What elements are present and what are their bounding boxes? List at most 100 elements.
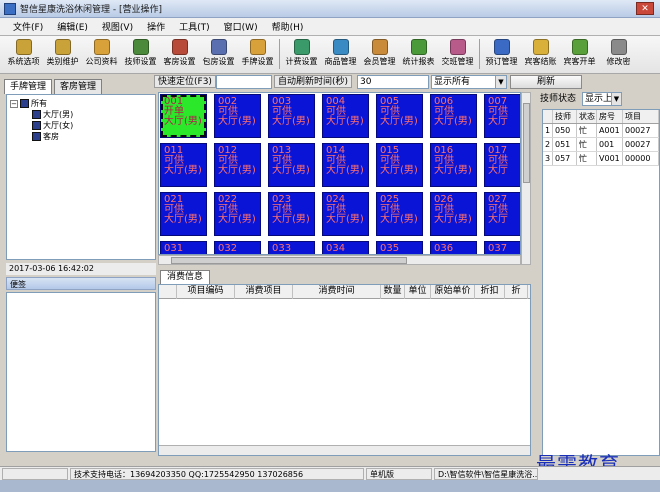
room-tile[interactable]: 017 可供 大厅 [484,143,520,187]
toolbar-button[interactable]: 宾客结账 [521,36,560,72]
column-header[interactable]: 消费时间 [293,285,381,299]
room-tile[interactable]: 013 可供 大厅(男) [268,143,315,187]
room-tile[interactable]: 021 可供 大厅(男) [160,192,207,236]
scroll-thumb[interactable] [523,103,530,183]
room-tile[interactable]: 024 可供 大厅(男) [322,192,369,236]
tree-node-guestroom[interactable]: 客房 [10,131,152,142]
toolbar-button-label: 系统选项 [7,57,40,66]
column-header[interactable]: 原始单价 [431,285,475,299]
column-header[interactable]: 消费项目 [235,285,293,299]
toolbar-button[interactable]: 公司资料 [82,36,121,72]
room-tile[interactable]: 034 [322,241,369,254]
toolbar-button[interactable]: 系统选项 [4,36,43,72]
notes-textarea[interactable] [6,292,156,452]
tab-wristband[interactable]: 手牌管理 [4,79,53,94]
filter-select[interactable]: 显示所有 ▼ [431,75,507,89]
tab-consumption[interactable]: 消费信息 [160,270,211,284]
column-header[interactable] [543,110,553,123]
menu-tools[interactable]: 工具(T) [172,20,217,33]
quick-locate-input[interactable] [216,75,272,89]
column-header[interactable]: 房号 [597,110,623,123]
menu-help[interactable]: 帮助(H) [265,20,311,33]
technician-status-select[interactable]: 显示上 ▼ [582,92,622,106]
room-number: 032 [218,243,238,254]
room-tile[interactable]: 035 [376,241,423,254]
toolbar-button[interactable]: 宾客开单 [560,36,599,72]
toolbar-button[interactable]: 包房设置 [199,36,238,72]
room-tile[interactable]: 007 可供 大厅 [484,94,520,138]
room-tile[interactable]: 023 可供 大厅(男) [268,192,315,236]
table-row[interactable]: 2 051 忙 001 00027 [543,138,659,152]
toolbar-button[interactable]: 客房设置 [160,36,199,72]
refresh-button[interactable]: 刷新 [510,75,582,89]
toolbar-button[interactable]: 预订管理 [482,36,521,72]
menu-edit[interactable]: 编辑(E) [50,20,95,33]
room-tile[interactable]: 032 [214,241,261,254]
column-header[interactable]: 折 [505,285,528,299]
column-header[interactable]: 项目 [623,110,659,123]
column-header[interactable]: 单位 [405,285,431,299]
toolbar-button[interactable]: 计费设置 [282,36,321,72]
tree-node-label: 大厅(男) [43,110,74,119]
room-tile[interactable]: 003 可供 大厅(男) [268,94,315,138]
menu-operate[interactable]: 操作 [140,20,172,33]
room-tile[interactable]: 033 [268,241,315,254]
room-grid-hscroll[interactable] [158,255,521,265]
toolbar-button[interactable]: 类别维护 [43,36,82,72]
chevron-down-icon[interactable]: ▼ [611,93,621,105]
room-tile[interactable]: 031 [160,241,207,254]
settings-icon [15,39,32,55]
toolbar-button[interactable]: 手牌设置 [238,36,277,72]
column-header[interactable]: 数量 [381,285,405,299]
toolbar: 系统选项 类别维护 公司资料 技师设置 客房设置 包房设置 手牌设置 计费设置 商品管理 会员管理… [0,36,660,74]
toolbar-button[interactable]: 修改密 [599,36,638,72]
room-tile[interactable]: 026 可供 大厅(男) [430,192,477,236]
room-tile[interactable]: 004 可供 大厅(男) [322,94,369,138]
menu-window[interactable]: 窗口(W) [217,20,265,33]
room-tile[interactable]: 036 [430,241,477,254]
column-header[interactable]: 折扣 [475,285,505,299]
room-type: 大厅(男) [326,116,364,127]
room-tile[interactable]: 001 开单 大厅(男) [160,94,207,138]
scroll-thumb[interactable] [171,257,407,264]
tree-node-hall-female[interactable]: 大厅(女) [10,120,152,131]
chevron-down-icon[interactable]: ▼ [495,76,506,88]
room-tile[interactable]: 011 可供 大厅(男) [160,143,207,187]
toolbar-button[interactable]: 会员管理 [360,36,399,72]
close-button[interactable]: ✕ [636,2,654,15]
auto-refresh-input[interactable]: 30 [357,75,429,89]
tab-guestroom[interactable]: 客房管理 [54,79,103,94]
room-tile[interactable]: 015 可供 大厅(男) [376,143,423,187]
room-tile[interactable]: 022 可供 大厅(男) [214,192,261,236]
toolbar-button[interactable]: 统计报表 [399,36,438,72]
checkout-icon [532,39,549,55]
status-path: D:\智信软件\智信星康洗浴... [434,468,538,480]
column-header[interactable]: 技师 [553,110,577,123]
consumption-hscroll[interactable] [159,445,530,455]
tree-node-hall-male[interactable]: 大厅(男) [10,109,152,120]
toolbar-button[interactable]: 商品管理 [321,36,360,72]
room-tile[interactable]: 027 可供 大厅 [484,192,520,236]
column-header[interactable]: 状态 [577,110,597,123]
room-tile[interactable]: 025 可供 大厅(男) [376,192,423,236]
room-tile[interactable]: 016 可供 大厅(男) [430,143,477,187]
room-tile[interactable]: 002 可供 大厅(男) [214,94,261,138]
table-row[interactable]: 1 050 忙 A001 00027 [543,124,659,138]
clock: 2017-03-06 16:42:02 [6,263,156,275]
toolbar-separator [479,39,480,69]
room-tile[interactable]: 012 可供 大厅(男) [214,143,261,187]
column-header[interactable]: 项目编码 [177,285,235,299]
toolbar-button[interactable]: 技师设置 [121,36,160,72]
toolbar-button[interactable]: 交班管理 [438,36,477,72]
room-grid-vscroll[interactable] [521,92,531,265]
menu-file[interactable]: 文件(F) [6,20,50,33]
menu-view[interactable]: 视图(V) [95,20,140,33]
room-tile[interactable]: 037 [484,241,520,254]
room-tile[interactable]: 006 可供 大厅(男) [430,94,477,138]
room-tile[interactable]: 005 可供 大厅(男) [376,94,423,138]
collapse-icon[interactable]: − [10,99,18,108]
table-row[interactable]: 3 057 忙 V001 00000 [543,152,659,166]
tree-root[interactable]: − 所有 [10,98,152,109]
room-number: 034 [326,243,346,254]
room-tile[interactable]: 014 可供 大厅(男) [322,143,369,187]
